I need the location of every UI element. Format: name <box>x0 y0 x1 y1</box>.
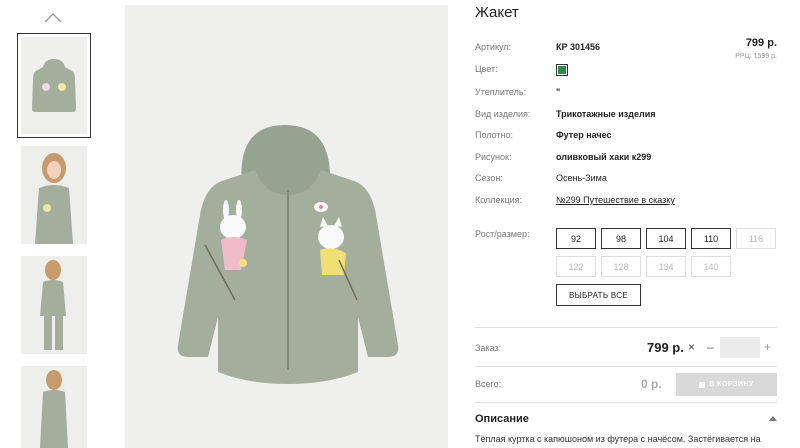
size-option[interactable]: 92 <box>556 228 596 249</box>
order-price: 799 р. <box>647 340 684 355</box>
add-to-cart-button[interactable]: В КОРЗИНУ <box>676 373 777 396</box>
collapse-triangle-icon[interactable] <box>768 414 778 422</box>
divider <box>475 402 777 403</box>
divider <box>475 327 777 328</box>
quantity-input[interactable] <box>720 337 760 358</box>
size-label: Рост/размер: <box>475 229 530 239</box>
collection-link[interactable]: №299 Путешествие в сказку <box>556 195 675 205</box>
color-swatch[interactable] <box>556 64 568 76</box>
size-option-unavailable: 128 <box>601 256 641 277</box>
thumbnail-model-front[interactable] <box>21 146 87 244</box>
product-info-panel: Жакет 799 р. РРЦ: 1599 р. Артикул: КР 30… <box>475 4 778 444</box>
cart-icon <box>699 381 706 388</box>
total-value: 0 р. <box>641 377 662 391</box>
add-to-cart-label: В КОРЗИНУ <box>709 381 754 388</box>
description-title: Описание <box>475 413 529 425</box>
order-label: Заказ: <box>475 343 502 353</box>
divider <box>475 366 777 367</box>
remove-order-button[interactable]: × <box>688 340 695 354</box>
thumbnail-image <box>21 37 87 134</box>
jacket-illustration <box>177 125 399 384</box>
thumbnail-column <box>0 0 110 448</box>
size-option-unavailable: 140 <box>691 256 731 277</box>
description-text: Тёплая куртка с капюшоном из футера с на… <box>475 434 761 444</box>
thumbnail-model-side[interactable] <box>21 256 87 354</box>
size-option[interactable]: 98 <box>601 228 641 249</box>
size-option-unavailable: 122 <box>556 256 596 277</box>
size-option[interactable]: 110 <box>691 228 731 249</box>
select-all-sizes-button[interactable]: ВЫБРАТЬ ВСЕ <box>556 284 641 306</box>
product-title: Жакет <box>475 4 519 21</box>
thumbnail-model-back[interactable] <box>21 366 87 448</box>
main-product-image[interactable]: crockid <box>125 5 448 448</box>
size-option-unavailable: 134 <box>646 256 686 277</box>
size-option[interactable]: 104 <box>646 228 686 249</box>
recommended-retail-price: РРЦ: 1599 р. <box>735 53 777 60</box>
chevron-up-icon[interactable] <box>43 10 63 24</box>
size-option-unavailable: 116 <box>736 228 776 249</box>
thumbnail-jacket[interactable] <box>17 33 91 138</box>
total-label: Всего: <box>475 379 502 389</box>
product-price: 799 р. <box>745 37 777 49</box>
quantity-increase-button[interactable]: + <box>764 340 771 354</box>
quantity-decrease-button[interactable]: – <box>707 340 714 354</box>
